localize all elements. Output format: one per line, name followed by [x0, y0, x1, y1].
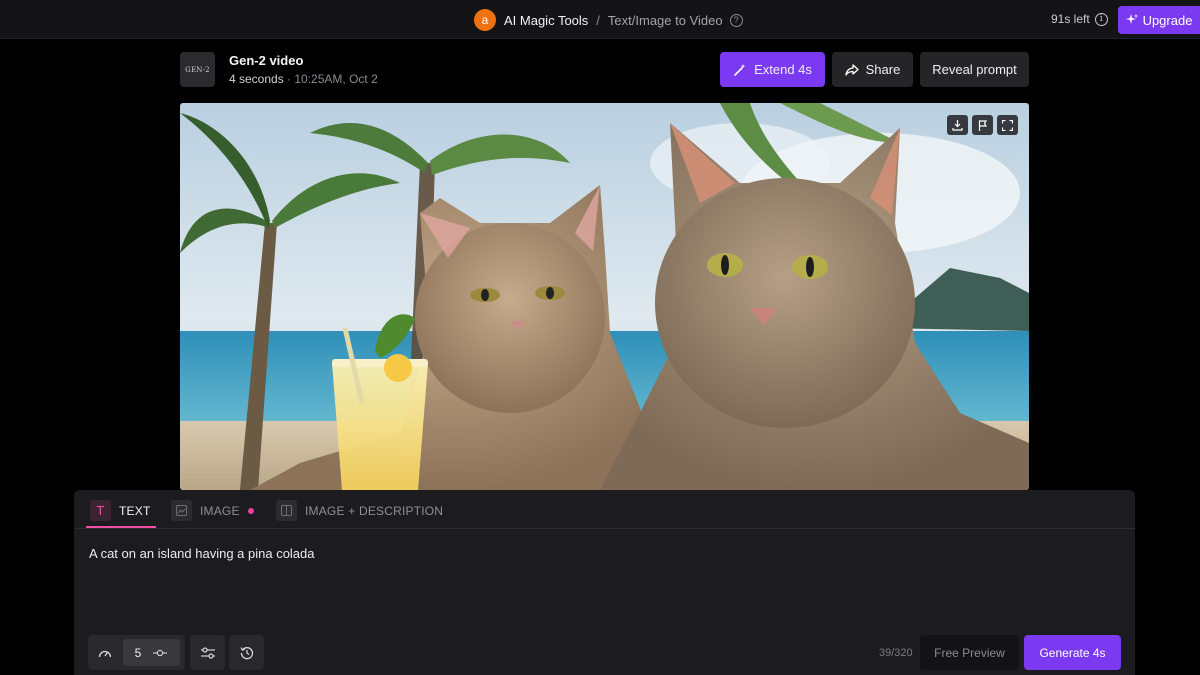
character-count: 39/320	[879, 647, 913, 659]
image-icon	[171, 500, 192, 521]
new-badge-dot	[247, 507, 254, 514]
slider-handle-icon	[153, 649, 167, 656]
prompt-panel: T TEXT IMAGE IMAGE + DESCRIPTION A cat o…	[74, 490, 1135, 675]
tab-text-label: TEXT	[119, 503, 151, 518]
sliders-icon	[200, 646, 215, 659]
free-preview-button[interactable]: Free Preview	[920, 635, 1019, 670]
avatar[interactable]: a	[474, 9, 496, 31]
upgrade-label: Upgrade	[1142, 12, 1193, 28]
extend-label: Extend 4s	[754, 62, 812, 77]
video-frame-image	[180, 103, 1029, 490]
history-icon	[239, 646, 253, 659]
history-button[interactable]	[229, 635, 264, 670]
sparkle-icon	[1125, 14, 1138, 24]
video-meta: 4 seconds · 10:25AM, Oct 2	[229, 72, 378, 86]
breadcrumb-current-page: Text/Image to Video	[607, 12, 723, 28]
meta-separator: ·	[283, 72, 295, 86]
tab-image-description-label: IMAGE + DESCRIPTION	[305, 503, 444, 518]
flag-icon	[978, 119, 987, 131]
magic-wand-icon	[734, 63, 746, 76]
upgrade-button[interactable]: Upgrade	[1118, 6, 1200, 34]
video-title: Gen-2 video	[229, 53, 304, 68]
advanced-settings-button[interactable]	[190, 635, 225, 670]
tab-image-description[interactable]: IMAGE + DESCRIPTION	[276, 500, 443, 521]
tab-image-label: IMAGE	[200, 503, 240, 518]
text-icon: T	[90, 500, 111, 521]
generate-label: Generate 4s	[1039, 645, 1106, 660]
share-label: Share	[865, 62, 901, 77]
credits-remaining: 91s left i	[1051, 12, 1108, 26]
top-bar: a AI Magic Tools / Text/Image to Video ?…	[0, 0, 1200, 39]
download-button[interactable]	[947, 115, 968, 135]
reveal-prompt-button[interactable]: Reveal prompt	[920, 52, 1029, 87]
image-description-icon	[276, 500, 297, 521]
reveal-prompt-label: Reveal prompt	[932, 62, 1017, 77]
video-player[interactable]	[180, 103, 1029, 490]
input-mode-tabs: T TEXT IMAGE IMAGE + DESCRIPTION	[74, 490, 1135, 529]
free-preview-label: Free Preview	[934, 645, 1005, 660]
video-duration: 4 seconds	[229, 72, 284, 86]
extend-button[interactable]: Extend 4s	[720, 52, 825, 87]
gauge-icon[interactable]	[98, 646, 112, 664]
generate-button[interactable]: Generate 4s	[1024, 635, 1121, 670]
credits-label: 91s left	[1051, 12, 1090, 26]
active-tab-indicator	[86, 526, 156, 528]
download-icon	[952, 119, 963, 131]
flag-button[interactable]	[972, 115, 993, 135]
video-thumbnail: GEN-2	[180, 52, 215, 87]
breadcrumb-ai-magic-tools[interactable]: AI Magic Tools	[504, 13, 588, 28]
share-icon	[844, 63, 859, 76]
tab-text[interactable]: T TEXT	[90, 500, 150, 521]
share-button[interactable]: Share	[832, 52, 913, 87]
tab-image[interactable]: IMAGE	[171, 500, 254, 521]
help-icon[interactable]: ?	[729, 13, 743, 27]
info-icon[interactable]: i	[1094, 12, 1108, 26]
fullscreen-icon	[1002, 119, 1013, 131]
breadcrumb: a AI Magic Tools / Text/Image to Video ?	[474, 9, 743, 31]
breadcrumb-separator: /	[596, 12, 600, 28]
motion-value: 5	[134, 645, 142, 660]
fullscreen-button[interactable]	[997, 115, 1018, 135]
prompt-input[interactable]: A cat on an island having a pina colada	[89, 546, 315, 561]
video-timestamp: 10:25AM, Oct 2	[294, 72, 378, 86]
motion-stepper[interactable]: 5	[123, 639, 180, 666]
